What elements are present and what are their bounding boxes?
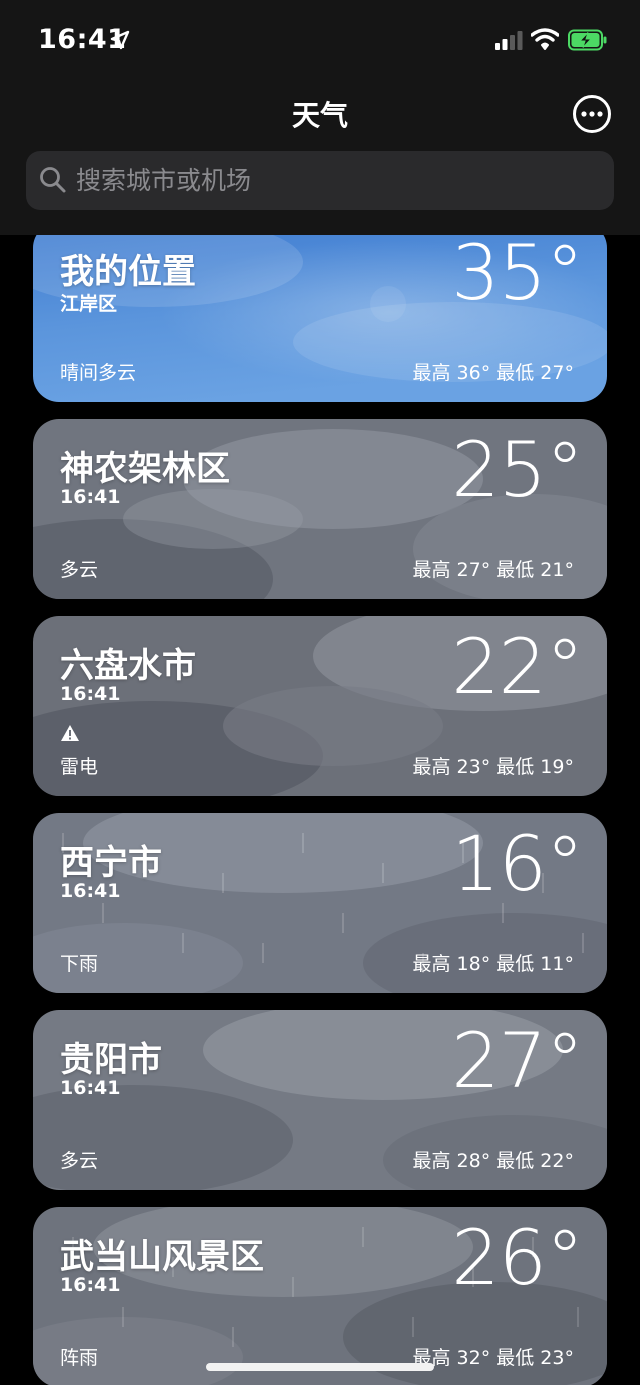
location-arrow-icon (110, 30, 130, 50)
page-title: 天气 (291, 99, 348, 132)
current-temperature: 26° (451, 1213, 584, 1302)
search-input[interactable] (76, 151, 596, 210)
weather-condition: 雷电 (60, 756, 99, 778)
search-icon (40, 167, 66, 193)
weather-card[interactable]: 贵阳市 16:41 27° 多云 最高 28° 最低 22° (33, 1010, 607, 1190)
current-temperature: 16° (451, 819, 584, 908)
city-name: 神农架林区 (60, 449, 230, 489)
wifi-icon (531, 28, 559, 50)
weather-condition: 多云 (60, 559, 99, 581)
weather-card[interactable]: 武当山风景区 16:41 26° 阵雨 最高 32° 最低 23° (33, 1207, 607, 1385)
cellular-signal-icon (495, 31, 523, 50)
header: 16:41 天气 (0, 0, 640, 235)
more-options-button[interactable] (572, 94, 612, 134)
city-name: 武当山风景区 (60, 1237, 264, 1277)
high-low-temperature: 最高 27° 最低 21° (412, 559, 574, 581)
home-indicator[interactable] (206, 1363, 434, 1371)
weather-card[interactable]: 神农架林区 16:41 25° 多云 最高 27° 最低 21° (33, 419, 607, 599)
local-time: 16:41 (60, 683, 121, 705)
weather-condition: 阵雨 (60, 1347, 99, 1369)
weather-card[interactable]: 我的位置 江岸区 35° 晴间多云 最高 36° 最低 27° (33, 222, 607, 402)
weather-condition: 多云 (60, 1150, 99, 1172)
weather-card[interactable]: 西宁市 16:41 16° 下雨 最高 18° 最低 11° (33, 813, 607, 993)
city-name: 西宁市 (60, 843, 162, 883)
local-time: 16:41 (60, 1077, 121, 1099)
high-low-temperature: 最高 18° 最低 11° (412, 953, 574, 975)
city-name: 六盘水市 (60, 646, 196, 686)
weather-condition: 晴间多云 (60, 362, 137, 384)
status-bar: 16:41 (0, 0, 640, 80)
city-name: 贵阳市 (60, 1040, 162, 1080)
location-district: 江岸区 (60, 293, 118, 315)
current-temperature: 27° (451, 1016, 584, 1105)
current-temperature: 35° (451, 228, 584, 317)
city-name: 我的位置 (60, 252, 196, 292)
high-low-temperature: 最高 23° 最低 19° (412, 756, 574, 778)
current-temperature: 22° (451, 622, 584, 711)
high-low-temperature: 最高 28° 最低 22° (412, 1150, 574, 1172)
high-low-temperature: 最高 32° 最低 23° (412, 1347, 574, 1369)
local-time: 16:41 (60, 880, 121, 902)
local-time: 16:41 (60, 486, 121, 508)
search-bar[interactable] (26, 151, 614, 210)
battery-charging-icon (568, 29, 607, 51)
weather-card[interactable]: 六盘水市 16:41 22° 雷电 最高 23° 最低 19° (33, 616, 607, 796)
weather-alert-icon (61, 725, 79, 741)
weather-condition: 下雨 (60, 953, 99, 975)
current-temperature: 25° (451, 425, 584, 514)
high-low-temperature: 最高 36° 最低 27° (412, 362, 574, 384)
local-time: 16:41 (60, 1274, 121, 1296)
